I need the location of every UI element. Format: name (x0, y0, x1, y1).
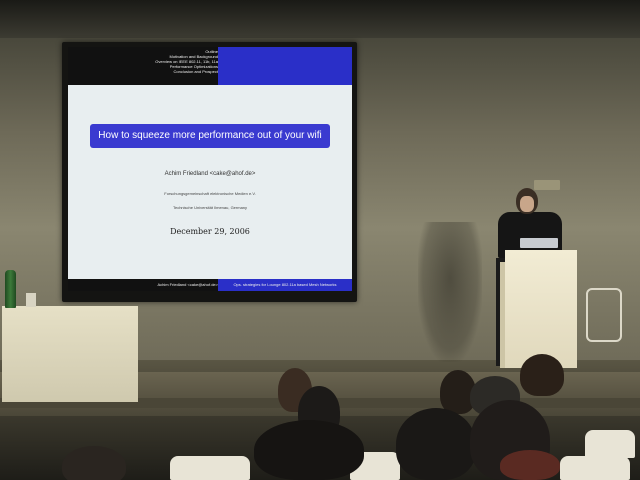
laptop (520, 238, 558, 248)
lecture-hall-photo: Outline Motivation and Background Overvi… (0, 0, 640, 480)
presenter-face (520, 196, 534, 212)
wall-sign (534, 180, 560, 190)
slide-title: How to squeeze more performance out of y… (90, 124, 330, 148)
outline-item: Conclusion and Prospect (173, 69, 218, 74)
audience-head (396, 408, 476, 480)
slide-organization: Forschungsgemeinschaft elektronische Med… (164, 191, 256, 196)
slide-nav-bar: Outline Motivation and Background Overvi… (68, 47, 352, 85)
projected-slide: Outline Motivation and Background Overvi… (68, 47, 352, 291)
audience-chair (560, 456, 630, 480)
water-bottle (5, 270, 16, 308)
slide-footer-author: Achim Friedland <cake@ahof.de> (157, 282, 218, 287)
cup (26, 293, 36, 307)
slide-author: Achim Friedland <cake@ahof.de> (164, 171, 256, 177)
slide-outline-list: Outline Motivation and Background Overvi… (68, 49, 218, 74)
audience-head (520, 354, 564, 396)
presenter-shadow (418, 222, 482, 362)
audience-chair (585, 430, 635, 458)
podium (505, 250, 577, 368)
slide-nav-accent (218, 47, 352, 85)
slide-university: Technische Universität Ilmenau, Germany (172, 205, 248, 210)
audience (0, 354, 640, 480)
audience-head (254, 420, 364, 480)
slide-date: December 29, 2006 (170, 227, 250, 236)
audience-head (500, 450, 560, 480)
slide-footer: Achim Friedland <cake@ahof.de> Ops. stra… (68, 279, 352, 291)
slide-footer-talk: Ops. strategies for Lounge 802.11a based… (218, 279, 352, 291)
audience-chair (170, 456, 250, 480)
audience-head (62, 446, 126, 480)
stage-chair (586, 288, 622, 342)
ceiling (0, 0, 640, 38)
